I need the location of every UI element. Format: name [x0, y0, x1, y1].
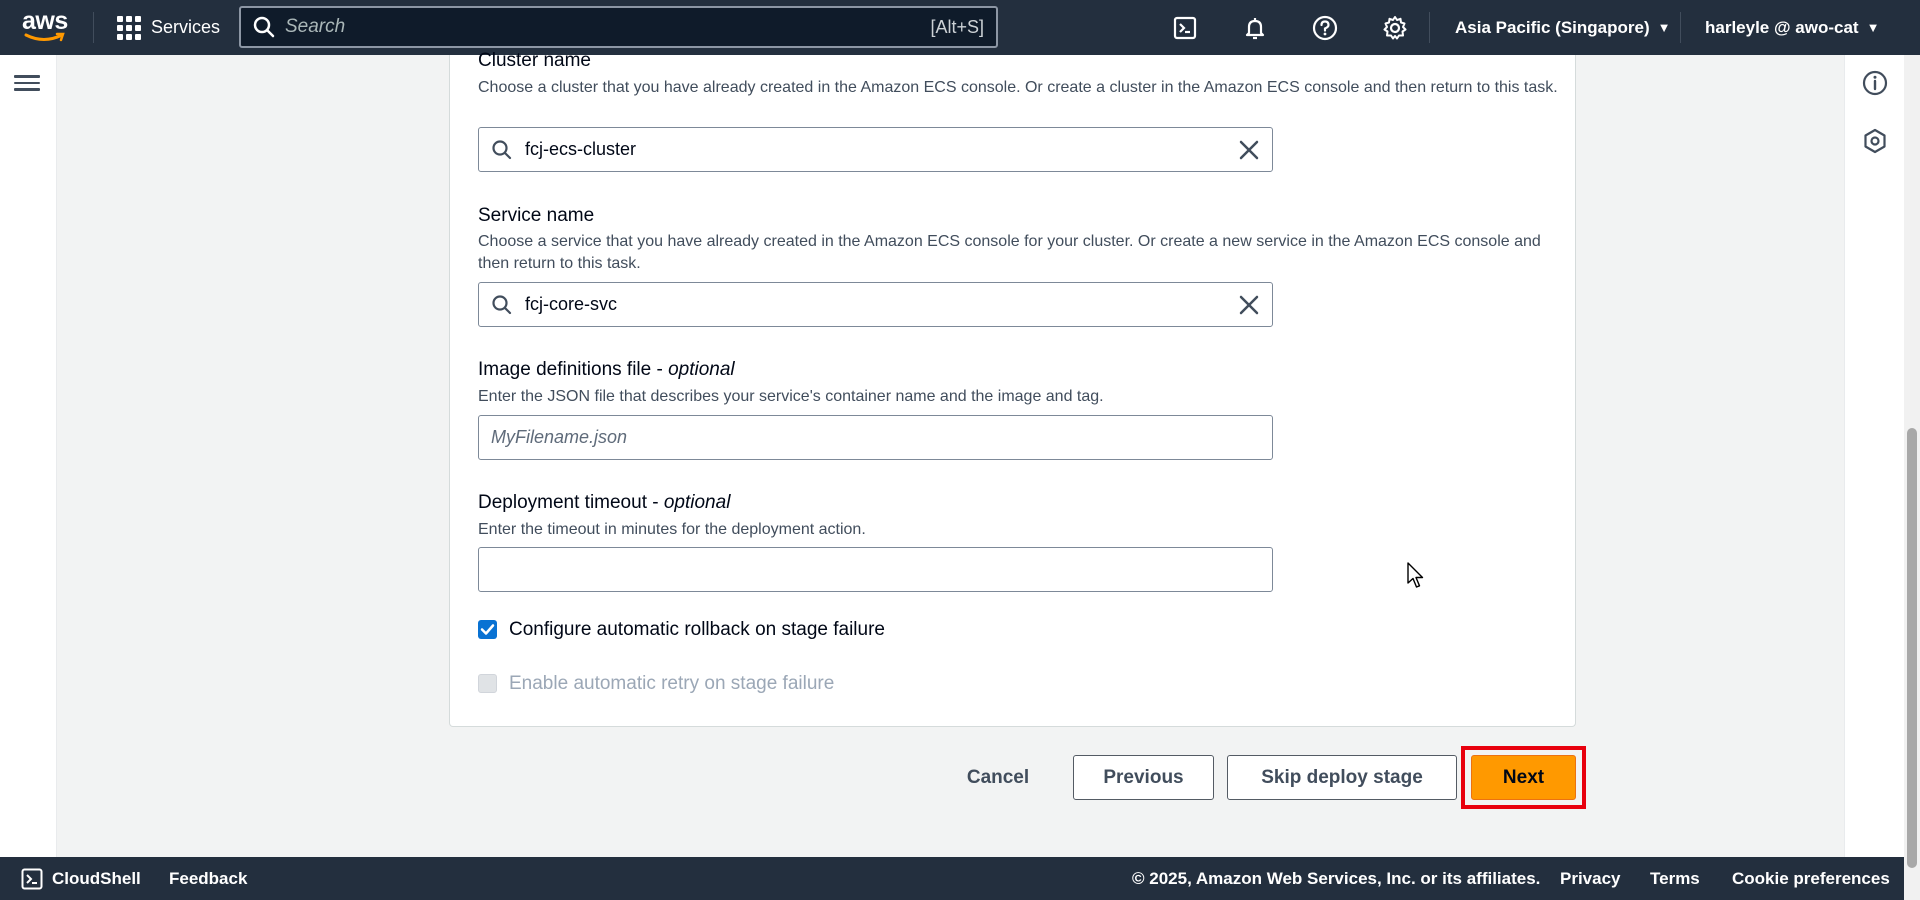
account-label: harleyle @ awo-cat [1705, 17, 1859, 37]
hexagon-icon[interactable] [1861, 127, 1889, 155]
clear-icon[interactable] [1236, 292, 1262, 318]
privacy-link[interactable]: Privacy [1560, 857, 1621, 900]
top-navigation: aws Services [Alt+S] [0, 0, 1920, 55]
service-name-description: Choose a service that you have already c… [478, 233, 1541, 272]
console-footer: CloudShell Feedback © 2025, Amazon Web S… [0, 857, 1904, 900]
caret-down-icon: ▼ [1657, 20, 1671, 35]
next-button-highlight [1461, 746, 1586, 809]
checkmark-icon [480, 624, 495, 635]
deployment-timeout-label: Deployment timeout - optional [478, 492, 730, 514]
scrollbar-thumb[interactable] [1907, 428, 1917, 868]
optional-tag: optional [668, 359, 735, 380]
image-definitions-label-text: Image definitions file - [478, 359, 669, 380]
services-grid-icon [117, 15, 141, 40]
account-menu[interactable]: harleyle @ awo-cat ▼ [1705, 0, 1879, 55]
cluster-name-value: fcj-ecs-cluster [525, 139, 637, 159]
service-name-label: Service name [478, 205, 595, 226]
cloudshell-label: CloudShell [52, 868, 141, 888]
retry-checkbox-label[interactable]: Enable automatic retry on stage failure [509, 673, 834, 695]
previous-button[interactable]: Previous [1073, 755, 1214, 800]
region-selector[interactable]: Asia Pacific (Singapore) ▼ [1455, 0, 1671, 55]
cluster-name-description: Choose a cluster that you have already c… [478, 79, 1558, 96]
cluster-name-label: Cluster name [478, 50, 591, 71]
search-icon [492, 140, 512, 160]
image-definitions-label: Image definitions file - optional [478, 359, 735, 381]
deployment-timeout-description: Enter the timeout in minutes for the dep… [478, 521, 866, 538]
optional-tag: optional [663, 492, 731, 513]
caret-down-icon: ▼ [1866, 20, 1880, 35]
retry-checkbox[interactable] [478, 674, 497, 693]
cluster-name-select[interactable]: fcj-ecs-cluster [478, 127, 1273, 172]
image-definitions-input[interactable]: MyFilename.json [478, 415, 1273, 460]
search-icon [492, 295, 512, 315]
nav-divider [1429, 12, 1430, 43]
tools-rail [1844, 55, 1904, 857]
gear-icon[interactable] [1381, 14, 1409, 42]
info-icon[interactable] [1861, 69, 1889, 97]
nav-divider [93, 12, 94, 43]
services-label: Services [151, 17, 221, 37]
help-icon[interactable] [1311, 14, 1339, 42]
rollback-checkbox[interactable] [478, 620, 497, 639]
cancel-button[interactable]: Cancel [955, 755, 1041, 800]
cookie-preferences-link[interactable]: Cookie preferences [1732, 857, 1890, 900]
aws-logo-text: aws [22, 7, 68, 35]
services-menu-button[interactable]: Services [117, 0, 220, 55]
search-icon [253, 16, 275, 38]
feedback-link[interactable]: Feedback [169, 857, 247, 900]
cloudshell-icon [21, 868, 43, 889]
image-definitions-placeholder: MyFilename.json [491, 427, 628, 447]
global-search[interactable]: [Alt+S] [239, 6, 998, 48]
image-definitions-description: Enter the JSON file that describes your … [478, 388, 1104, 405]
copyright-text: © 2025, Amazon Web Services, Inc. or its… [1132, 868, 1541, 888]
cloudshell-icon[interactable] [1171, 14, 1199, 42]
menu-icon[interactable] [14, 71, 40, 95]
deployment-timeout-input[interactable] [478, 547, 1273, 592]
service-name-select[interactable]: fcj-core-svc [478, 282, 1273, 327]
aws-logo[interactable]: aws [22, 8, 72, 46]
terms-link[interactable]: Terms [1650, 857, 1700, 900]
skip-deploy-stage-button[interactable]: Skip deploy stage [1227, 755, 1457, 800]
rollback-checkbox-label[interactable]: Configure automatic rollback on stage fa… [509, 619, 885, 641]
bell-icon[interactable] [1241, 14, 1269, 42]
search-input[interactable] [285, 16, 905, 38]
deployment-timeout-label-text: Deployment timeout - [478, 492, 664, 513]
mouse-cursor-icon [1407, 562, 1424, 588]
search-shortcut-hint: [Alt+S] [930, 16, 984, 37]
cloudshell-footer-button[interactable]: CloudShell [21, 857, 141, 900]
aws-smile-icon [24, 32, 65, 42]
side-navigation-collapsed [0, 55, 57, 857]
service-name-value: fcj-core-svc [525, 294, 618, 314]
region-label: Asia Pacific (Singapore) [1455, 17, 1650, 37]
nav-divider [1680, 12, 1681, 43]
clear-icon[interactable] [1236, 137, 1262, 163]
